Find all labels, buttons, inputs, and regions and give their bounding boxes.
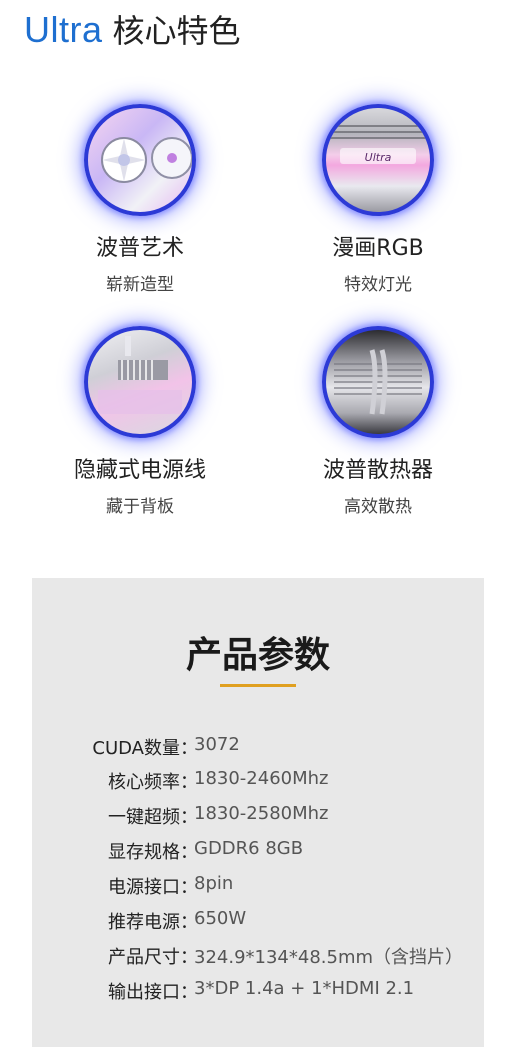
title-divider xyxy=(220,684,296,687)
feature-pop-art: 波普艺术 崭新造型 xyxy=(40,104,240,295)
spec-key: 核心频率： xyxy=(108,772,198,793)
feature-desc: 藏于背板 xyxy=(106,497,174,517)
feature-pop-heatsink: 波普散热器 高效散热 xyxy=(278,326,478,517)
spec-value: 1830-2460Mhz xyxy=(194,768,329,789)
feature-image-comic-rgb: Ultra xyxy=(322,104,434,216)
feature-name: 波普散热器 xyxy=(322,458,433,483)
feature-name: 漫画RGB xyxy=(332,236,424,261)
section-heading: 核心特色 xyxy=(112,12,241,50)
spec-key: 推荐电源： xyxy=(108,912,198,933)
spec-row-memory: 显存规格： GDDR6 8GB xyxy=(32,838,484,868)
spec-row-cuda: CUDA数量： 3072 xyxy=(32,734,484,764)
spec-row-boost-clock: 一键超频： 1830-2580Mhz xyxy=(32,803,484,833)
spec-key: 产品尺寸： xyxy=(108,947,198,968)
spec-value: 8pin xyxy=(194,873,234,894)
feature-image-hidden-cable xyxy=(84,326,196,438)
spec-key: 电源接口： xyxy=(108,877,198,898)
svg-text:Ultra: Ultra xyxy=(365,151,392,164)
section-title: Ultra 核心特色 xyxy=(24,6,241,50)
feature-desc: 崭新造型 xyxy=(106,275,174,295)
spec-row-outputs: 输出接口： 3*DP 1.4a + 1*HDMI 2.1 xyxy=(32,978,484,1008)
feature-image-pop-art xyxy=(84,104,196,216)
feature-comic-rgb: Ultra 漫画RGB 特效灯光 xyxy=(278,104,478,295)
brand-name: Ultra xyxy=(24,9,103,50)
spec-row-dimensions: 产品尺寸： 324.9*134*48.5mm（含挡片） xyxy=(32,943,484,973)
feature-name: 隐藏式电源线 xyxy=(73,458,206,483)
spec-value: 3*DP 1.4a + 1*HDMI 2.1 xyxy=(194,978,415,999)
feature-desc: 特效灯光 xyxy=(344,275,412,295)
spec-value: GDDR6 8GB xyxy=(194,838,304,859)
spec-row-core-clock: 核心频率： 1830-2460Mhz xyxy=(32,768,484,798)
specs-title: 产品参数 xyxy=(185,635,330,676)
product-specs-panel: 产品参数 CUDA数量： 3072 核心频率： 1830-2460Mhz 一键超… xyxy=(32,578,484,1047)
spec-value: 1830-2580Mhz xyxy=(194,803,329,824)
spec-key: CUDA数量： xyxy=(92,738,198,759)
feature-name: 波普艺术 xyxy=(95,236,184,261)
feature-desc: 高效散热 xyxy=(344,497,412,517)
spec-value: 650W xyxy=(194,908,247,929)
spec-value: 324.9*134*48.5mm（含挡片） xyxy=(194,947,464,968)
spec-value: 3072 xyxy=(194,734,240,755)
feature-hidden-power-cable: 隐藏式电源线 藏于背板 xyxy=(40,326,240,517)
feature-image-heatsink xyxy=(322,326,434,438)
spec-key: 输出接口： xyxy=(108,982,198,1003)
spec-key: 一键超频： xyxy=(108,807,198,828)
spec-key: 显存规格： xyxy=(108,842,198,863)
spec-row-power-connector: 电源接口： 8pin xyxy=(32,873,484,903)
spec-row-recommended-psu: 推荐电源： 650W xyxy=(32,908,484,938)
